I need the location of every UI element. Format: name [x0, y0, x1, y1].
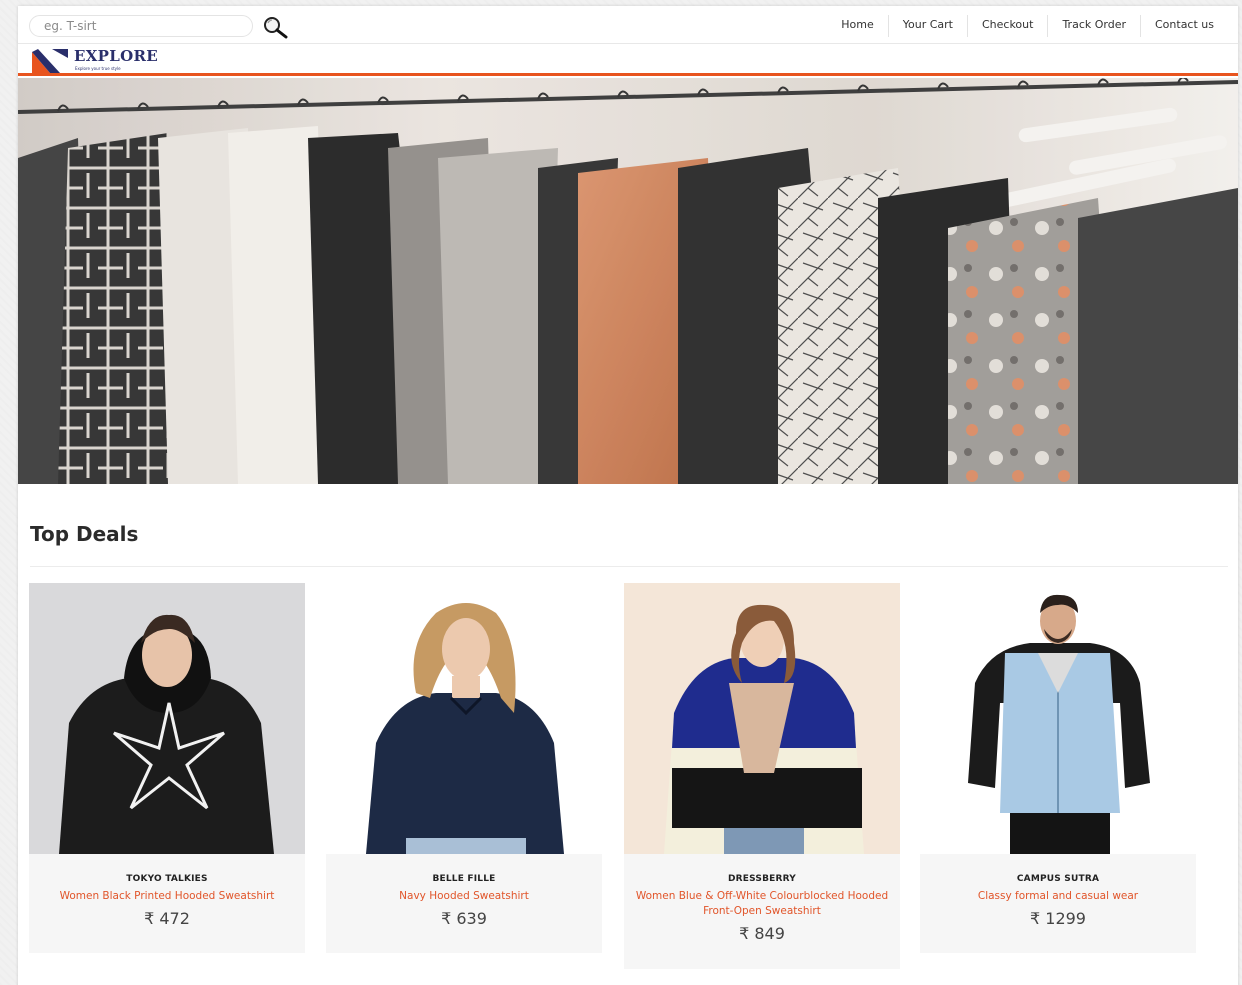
search-input[interactable]: [29, 15, 253, 37]
woman-colourblock-hoodie-image: [624, 583, 900, 854]
product-image[interactable]: [624, 583, 900, 854]
product-name[interactable]: Classy formal and casual wear: [920, 889, 1196, 904]
product-brand: BELLE FILLE: [432, 874, 496, 884]
nav-checkout[interactable]: Checkout: [966, 15, 1047, 37]
logo-mark-icon: [32, 49, 68, 73]
product-price: ₹ 472: [144, 909, 190, 928]
product-name[interactable]: Women Black Printed Hooded Sweatshirt: [29, 889, 305, 904]
product-card[interactable]: CAMPUS SUTRA Classy formal and casual we…: [920, 583, 1196, 953]
product-card[interactable]: TOKYO TALKIES Women Black Printed Hooded…: [29, 583, 305, 953]
search-button[interactable]: [261, 15, 289, 39]
product-card[interactable]: DRESSBERRY Women Blue & Off-White Colour…: [624, 583, 900, 969]
product-info: CAMPUS SUTRA Classy formal and casual we…: [920, 854, 1196, 928]
product-brand: TOKYO TALKIES: [126, 874, 208, 884]
woman-black-star-hoodie-image: [29, 583, 305, 854]
hero-banner: [18, 78, 1238, 484]
product-price: ₹ 639: [441, 909, 487, 928]
clothing-rack-image: [18, 78, 1238, 484]
search-icon: [264, 17, 288, 39]
product-brand: DRESSBERRY: [727, 874, 796, 884]
brand-logo[interactable]: EXPLORE Explore your true style: [30, 46, 170, 74]
man-denim-vest-hoodie-image: [920, 583, 1196, 854]
product-info: TOKYO TALKIES Women Black Printed Hooded…: [29, 854, 305, 928]
page: Home Your Cart Checkout Track Order Cont…: [18, 6, 1238, 985]
product-price: ₹ 849: [739, 924, 785, 943]
product-price: ₹ 1299: [1030, 909, 1086, 928]
top-bar: Home Your Cart Checkout Track Order Cont…: [18, 6, 1238, 44]
brand-name: EXPLORE: [74, 47, 158, 65]
product-card[interactable]: BELLE FILLE Navy Hooded Sweatshirt ₹ 639: [326, 583, 602, 953]
section-title: Top Deals: [30, 522, 139, 546]
woman-navy-sweatshirt-image: [326, 583, 602, 854]
product-name[interactable]: Women Blue & Off-White Colourblocked Hoo…: [624, 889, 900, 919]
brand-tagline: Explore your true style: [75, 66, 121, 71]
product-brand: CAMPUS SUTRA: [1016, 874, 1100, 884]
section-divider: [30, 566, 1228, 567]
nav-track-order[interactable]: Track Order: [1047, 15, 1140, 37]
nav-contact-us[interactable]: Contact us: [1140, 15, 1228, 37]
product-image[interactable]: [920, 583, 1196, 854]
product-name[interactable]: Navy Hooded Sweatshirt: [326, 889, 602, 904]
product-info: DRESSBERRY Women Blue & Off-White Colour…: [624, 854, 900, 943]
logo-bar: EXPLORE Explore your true style: [18, 44, 1238, 76]
product-image[interactable]: [326, 583, 602, 854]
nav-your-cart[interactable]: Your Cart: [887, 15, 967, 37]
product-info: BELLE FILLE Navy Hooded Sweatshirt ₹ 639: [326, 854, 602, 928]
nav-home[interactable]: Home: [827, 15, 887, 37]
main-nav: Home Your Cart Checkout Track Order Cont…: [827, 15, 1228, 37]
product-image[interactable]: [29, 583, 305, 854]
